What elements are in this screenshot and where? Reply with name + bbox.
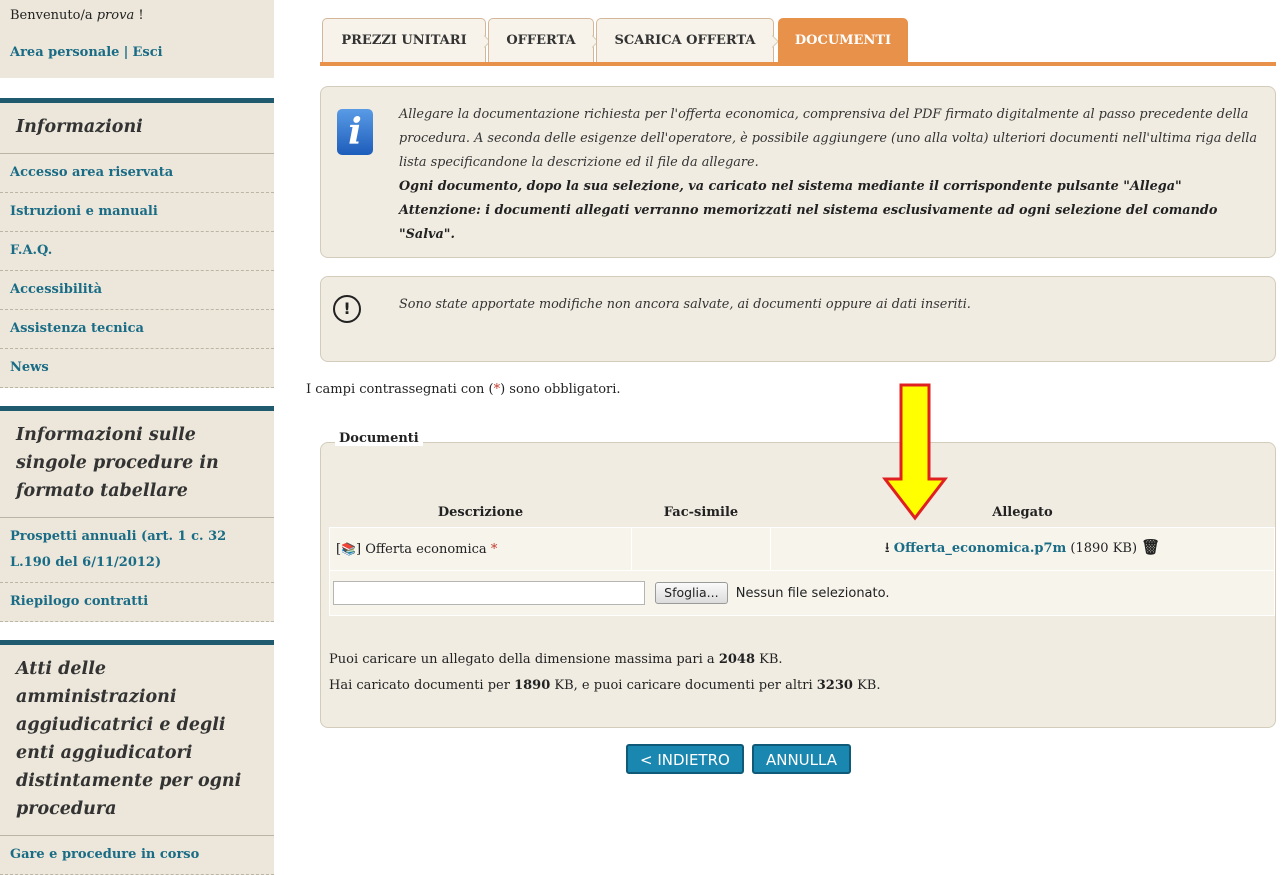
sidebar-item-riepilogo[interactable]: Riepilogo contratti — [10, 594, 148, 609]
required-star: * — [490, 541, 498, 557]
info-text: Allegare la documentazione richiesta per… — [399, 103, 1261, 247]
document-icon: 📚 — [341, 541, 357, 556]
documents-table: Descrizione Fac-simile Allegato [📚] Offe… — [329, 497, 1275, 616]
header-fac-simile: Fac-simile — [663, 504, 739, 520]
info-icon: i — [337, 109, 373, 155]
table-row: [📚] Offerta economica * ⭳ Offerta_econom… — [329, 527, 1275, 571]
arrow-shape — [882, 383, 948, 521]
attachment-link[interactable]: Offerta_economica.p7m — [894, 541, 1066, 556]
limit-unit: KB. — [759, 652, 783, 667]
personal-area-link[interactable]: Area personale — [10, 45, 119, 60]
header-descrizione: Descrizione — [437, 504, 524, 520]
sidebar-item-accesso[interactable]: Accesso area riservata — [10, 165, 173, 180]
limit-value: 2048 — [718, 652, 755, 667]
remaining-unit: KB. — [857, 678, 881, 693]
tab-separator-arrow — [766, 35, 779, 48]
info-line-3: Attenzione: i documenti allegati verrann… — [399, 203, 1218, 242]
mandatory-suffix: ) sono obbligatori. — [500, 382, 621, 397]
logout-link[interactable]: Esci — [132, 45, 162, 60]
exclamation-icon: ! — [333, 295, 361, 323]
tab-label: PREZZI UNITARI — [341, 33, 467, 48]
browse-button[interactable]: Sfoglia... — [655, 582, 728, 604]
sidebar-item-gare[interactable]: Gare e procedure in corso — [10, 847, 199, 862]
header-allegato: Allegato — [992, 504, 1053, 520]
tab-label: SCARICA OFFERTA — [614, 33, 756, 48]
sidebar-item-assistenza[interactable]: Assistenza tecnica — [10, 321, 144, 336]
attachment-size: (1890 KB) — [1070, 541, 1138, 556]
action-buttons: < INDIETRO ANNULLA — [626, 744, 855, 774]
documents-legend: Documenti — [335, 431, 423, 446]
download-icon[interactable]: ⭳ — [885, 540, 890, 556]
down-arrow-annotation — [882, 383, 948, 521]
tab-label: OFFERTA — [506, 33, 576, 48]
remaining-value: 3230 — [816, 678, 853, 693]
section-title: Informazioni sulle singole procedure in … — [0, 411, 274, 518]
tab-documenti[interactable]: DOCUMENTI — [778, 18, 908, 62]
new-description-input[interactable] — [333, 581, 645, 605]
section-procedure-tabellare: Informazioni sulle singole procedure in … — [0, 406, 274, 622]
welcome-box: Benvenuto/a prova ! Area personale | Esc… — [0, 0, 274, 78]
sidebar-item-prospetti[interactable]: Prospetti annuali (art. 1 c. 32 L.190 de… — [10, 529, 226, 570]
description-cell: [📚] Offerta economica * — [329, 527, 632, 571]
upload-limits: Puoi caricare un allegato della dimensio… — [329, 647, 881, 699]
warning-panel: ! Sono state apportate modifiche non anc… — [320, 276, 1276, 362]
bracket-close: ] — [356, 541, 362, 557]
mandatory-note: I campi contrassegnati con (*) sono obbl… — [306, 382, 621, 397]
upload-cell: Sfoglia... Nessun file selezionato. — [329, 570, 1275, 616]
document-description: Offerta economica — [365, 541, 487, 557]
used-prefix: Hai caricato documenti per — [329, 678, 510, 693]
sidebar-item-faq[interactable]: F.A.Q. — [10, 243, 52, 258]
section-informazioni: Informazioni Accesso area riservata Istr… — [0, 98, 274, 388]
sidebar-item-accessibilita[interactable]: Accessibilità — [10, 282, 102, 297]
info-line-2: Ogni documento, dopo la sua selezione, v… — [399, 179, 1182, 194]
welcome-text: Benvenuto/a prova ! — [10, 8, 264, 23]
main-content: PREZZI UNITARI OFFERTA SCARICA OFFERTA D… — [306, 18, 1276, 774]
limit-text: Puoi caricare un allegato della dimensio… — [329, 652, 715, 667]
used-mid: KB, e puoi caricare documenti per altri — [554, 678, 813, 693]
tab-offerta[interactable]: OFFERTA — [488, 18, 599, 62]
documents-fieldset: Documenti Descrizione Fac-simile Allegat… — [320, 431, 1276, 728]
tab-scarica-offerta[interactable]: SCARICA OFFERTA — [596, 18, 779, 62]
sidebar: Benvenuto/a prova ! Area personale | Esc… — [0, 0, 274, 875]
tab-bar: PREZZI UNITARI OFFERTA SCARICA OFFERTA D… — [320, 18, 1276, 66]
tab-prezzi-unitari[interactable]: PREZZI UNITARI — [322, 18, 491, 62]
welcome-user: prova — [96, 8, 135, 23]
fac-simile-cell — [631, 527, 771, 571]
user-links: Area personale | Esci — [10, 45, 264, 60]
sidebar-item-istruzioni[interactable]: Istruzioni e manuali — [10, 204, 158, 219]
warning-text: Sono state apportate modifiche non ancor… — [399, 297, 971, 312]
link-separator: | — [123, 45, 129, 60]
attachment-cell: ⭳ Offerta_economica.p7m (1890 KB) 🗑 — [770, 527, 1275, 571]
used-value: 1890 — [514, 678, 551, 693]
no-file-text: Nessun file selezionato. — [735, 585, 890, 601]
section-title: Informazioni — [0, 103, 274, 154]
section-title: Atti delle amministrazioni aggiudicatric… — [0, 645, 274, 836]
upload-row: Sfoglia... Nessun file selezionato. — [329, 570, 1275, 616]
welcome-suffix: ! — [138, 8, 144, 23]
section-atti: Atti delle amministrazioni aggiudicatric… — [0, 640, 274, 875]
cancel-button[interactable]: ANNULLA — [751, 744, 851, 774]
sidebar-item-news[interactable]: News — [10, 360, 49, 375]
tab-label: DOCUMENTI — [794, 33, 892, 48]
mandatory-prefix: I campi contrassegnati con ( — [306, 382, 494, 397]
welcome-prefix: Benvenuto/a — [10, 8, 93, 23]
info-line-1: Allegare la documentazione richiesta per… — [399, 107, 1258, 170]
back-button[interactable]: < INDIETRO — [626, 744, 744, 774]
trash-icon[interactable]: 🗑 — [1141, 538, 1160, 556]
info-panel: i Allegare la documentazione richiesta p… — [320, 86, 1276, 258]
